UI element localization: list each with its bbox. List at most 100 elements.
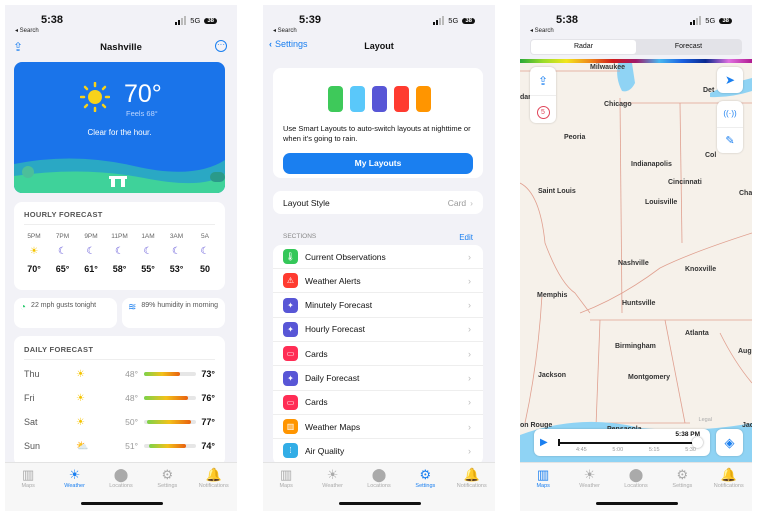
section-row[interactable]: ⚠ Weather Alerts ›	[273, 269, 483, 294]
city-label: Peoria	[564, 134, 586, 141]
city-label: on Rouge	[520, 422, 553, 429]
back-to-search[interactable]: ◂ Search	[15, 27, 39, 34]
map-icon: ▥	[283, 419, 298, 435]
sun-icon: ☀	[29, 246, 39, 257]
city-label: Montgomery	[628, 374, 670, 381]
section-row[interactable]: 🌡 Current Observations ›	[273, 245, 483, 269]
layout-swatch	[350, 86, 365, 112]
status-bar: 5G 38	[690, 16, 732, 25]
status-time: 5:39	[299, 14, 322, 26]
badge-icon: 5	[536, 106, 550, 119]
timeline-tick: 5:00	[612, 447, 624, 453]
my-layouts-button[interactable]: My Layouts	[283, 153, 473, 174]
daily-row[interactable]: Fri ☀ 48° 76°	[24, 388, 215, 408]
layout-style-label: Layout Style	[283, 197, 330, 208]
play-icon[interactable]: ▶	[540, 437, 548, 448]
bell-icon: 🔔	[463, 467, 480, 482]
radar-station-icon[interactable]: ((·))	[717, 101, 743, 127]
signal-icon	[690, 16, 702, 25]
edit-button[interactable]: Edit	[459, 233, 473, 242]
daily-row[interactable]: Sun ⛅ 51° 74°	[24, 436, 215, 456]
gear-icon: ⚙	[676, 467, 689, 482]
hourly-item: 3AM ☾ 53°	[164, 233, 190, 274]
warning-icon: ⚠	[283, 273, 298, 289]
city-label: Cincinnati	[668, 179, 702, 186]
home-indicator	[81, 502, 163, 505]
more-icon[interactable]: ···	[215, 40, 227, 52]
tab-notifications[interactable]: 🔔 Notifications	[450, 467, 494, 511]
city-label: Indianapolis	[631, 161, 672, 168]
segment-radar[interactable]: Radar	[531, 40, 636, 54]
status-bar: 5G 38	[175, 16, 217, 25]
layers-icon[interactable]: ◈	[716, 429, 743, 456]
segment-forecast[interactable]: Forecast	[636, 40, 741, 54]
chevron-right-icon: ›	[468, 397, 471, 408]
hourly-item: 9PM ☾ 61°	[78, 233, 104, 274]
section-row[interactable]: ✦ Minutely Forecast ›	[273, 294, 483, 318]
hour-temp: 65°	[55, 264, 70, 274]
humidity-card[interactable]: ≋ 89% humidity in morning	[122, 298, 225, 328]
high-temp: 76°	[201, 393, 215, 403]
hour-temp: 50	[199, 264, 210, 274]
eyedropper-icon[interactable]: ✎	[717, 127, 743, 153]
tab-label: Maps	[536, 483, 550, 489]
radar-badge[interactable]: 5	[530, 95, 556, 123]
tab-label: Settings	[157, 483, 178, 489]
hourly-forecast-card: HOURLY FORECAST 5PM ☀ 70° 7PM ☾ 65° 9PM ☾ 61° 11P…	[14, 202, 225, 290]
back-to-search[interactable]: ◂ Search	[273, 27, 297, 34]
section-row[interactable]: ▥ Weather Maps ›	[273, 415, 483, 440]
hour-label: 5A	[201, 233, 209, 240]
section-row[interactable]: ✦ Hourly Forecast ›	[273, 318, 483, 342]
sun-icon: ☀	[583, 467, 596, 482]
gusts-card[interactable]: ◔ 22 mph gusts tonight	[14, 298, 117, 328]
chevron-right-icon: ›	[468, 324, 471, 335]
legal-link[interactable]: Legal	[699, 417, 712, 423]
section-label: Minutely Forecast	[305, 300, 373, 311]
city-label: Huntsville	[622, 300, 656, 307]
section-row[interactable]: ▭ Cards ›	[273, 391, 483, 415]
layout-style-row[interactable]: Layout Style Card ›	[273, 191, 483, 214]
battery-icon: 38	[719, 17, 732, 24]
daily-forecast-card: DAILY FORECAST Thu ☀ 48° 73° Fri ☀ 48° 76° Sat ☀ 5…	[14, 336, 225, 466]
tab-notifications[interactable]: 🔔 Notifications	[707, 467, 751, 511]
section-row[interactable]: ▭ Cards ›	[273, 342, 483, 367]
map-icon: ▥	[537, 467, 550, 482]
bell-icon: 🔔	[205, 467, 222, 482]
city-label: Jacl	[742, 422, 752, 429]
section-row[interactable]: ✦ Daily Forecast ›	[273, 367, 483, 391]
section-row[interactable]: ⁞ Air Quality ›	[273, 439, 483, 464]
sun-icon: ☀	[68, 467, 81, 482]
sun-icon	[79, 81, 111, 113]
layout-screen: 5:39 ◂ Search 5G 38 ‹ Settings Layout Use …	[263, 5, 495, 511]
tab-label: Locations	[367, 483, 391, 489]
tab-notifications[interactable]: 🔔 Notifications	[192, 467, 236, 511]
tab-maps[interactable]: ▥ Maps	[521, 467, 565, 511]
low-temp: 48°	[125, 369, 138, 379]
page-title: Nashville	[100, 42, 142, 53]
hour-temp: 53°	[169, 264, 184, 274]
weather-screen: 5:38 ◂ Search 5G 38 ⇪ Nashville ··· 70° F…	[5, 5, 237, 511]
city-label: Charl	[739, 190, 752, 197]
hourly-item: 7PM ☾ 65°	[50, 233, 76, 274]
tab-maps[interactable]: ▥ Maps	[6, 467, 50, 511]
description: Use Smart Layouts to auto-switch layouts…	[283, 124, 471, 143]
current-temp: 70°	[124, 80, 162, 108]
chevron-right-icon: ›	[468, 251, 471, 262]
chevron-right-icon: ›	[468, 373, 471, 383]
temp-range-bar	[144, 420, 196, 424]
timeline-track[interactable]	[558, 442, 696, 444]
moon-icon: ☾	[58, 246, 67, 257]
back-to-search[interactable]: ◂ Search	[530, 27, 554, 34]
chevron-right-icon: ›	[468, 348, 471, 359]
high-temp: 77°	[201, 417, 215, 427]
home-indicator	[596, 502, 678, 505]
hour-label: 11PM	[111, 233, 128, 240]
battery-icon: 38	[204, 17, 217, 24]
temp-range-bar	[144, 396, 196, 400]
section-label: Hourly Forecast	[305, 324, 365, 335]
tab-maps[interactable]: ▥ Maps	[264, 467, 308, 511]
daily-row[interactable]: Thu ☀ 48° 73°	[24, 364, 215, 384]
share-icon[interactable]: ⇪	[530, 67, 556, 95]
location-arrow-icon[interactable]: ➤	[717, 67, 743, 93]
daily-row[interactable]: Sat ☀ 50° 77°	[24, 412, 215, 432]
